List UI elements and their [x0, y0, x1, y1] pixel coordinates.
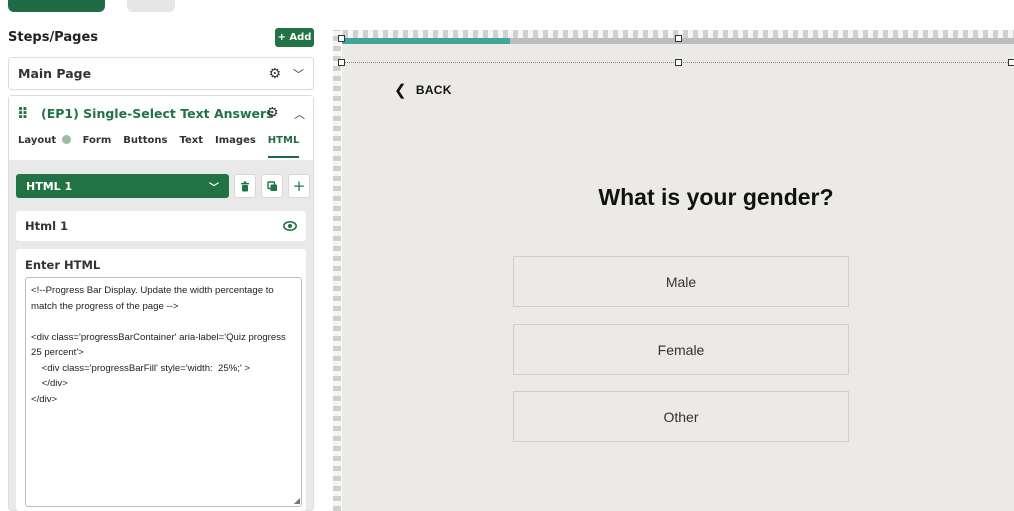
html-code-textarea[interactable]: <!--Progress Bar Display. Update the wid…: [25, 277, 302, 507]
enter-html-card: Enter HTML <!--Progress Bar Display. Upd…: [16, 249, 306, 511]
top-secondary-button[interactable]: [127, 0, 175, 12]
resize-handle-icon[interactable]: ◢: [294, 496, 300, 505]
selection-handle[interactable]: [338, 35, 345, 42]
steps-pages-title: Steps/Pages: [8, 30, 98, 45]
plus-icon[interactable]: +: [288, 174, 310, 198]
step-header: ⠿ (EP1) Single-Select Text Answers ⚙ ︿ L…: [9, 96, 313, 160]
top-primary-button[interactable]: [8, 0, 105, 12]
html-select-value: HTML 1: [26, 179, 73, 193]
eye-icon[interactable]: [283, 221, 297, 231]
drag-handle-icon[interactable]: ⠿: [17, 105, 29, 123]
back-label: BACK: [415, 83, 452, 97]
tab-form[interactable]: Form: [83, 134, 112, 158]
delete-button[interactable]: [234, 174, 256, 198]
gear-icon[interactable]: ⚙: [266, 105, 279, 121]
selection-handle[interactable]: [675, 35, 682, 42]
main-page-card[interactable]: Main Page ⚙ ﹀: [8, 57, 314, 90]
html-block-select[interactable]: HTML 1 ﹀: [16, 174, 229, 198]
html-block-row[interactable]: Html 1: [16, 211, 306, 241]
chevron-left-icon: ❮: [394, 82, 407, 99]
tab-images[interactable]: Images: [215, 134, 256, 158]
answer-option[interactable]: Male: [513, 256, 849, 307]
trash-icon: [241, 181, 249, 191]
step-title[interactable]: (EP1) Single-Select Text Answers: [41, 106, 274, 121]
chevron-up-icon[interactable]: ︿: [294, 106, 305, 122]
selection-handle[interactable]: [338, 59, 345, 66]
progress-bar-fill: [342, 38, 510, 44]
main-page-label: Main Page: [18, 66, 92, 81]
step-card-ep1: ⠿ (EP1) Single-Select Text Answers ⚙ ︿ L…: [8, 95, 314, 511]
question-title: What is your gender?: [598, 184, 834, 210]
selection-handle[interactable]: [1008, 59, 1014, 66]
chevron-down-icon[interactable]: ﹀: [293, 66, 304, 82]
tab-buttons[interactable]: Buttons: [123, 134, 167, 158]
tab-text[interactable]: Text: [180, 134, 204, 158]
step-tabs: Layout Form Buttons Text Images HTML: [9, 134, 313, 160]
preview-canvas: ❮ BACK What is your gender? Male Female …: [338, 35, 1014, 511]
add-step-button[interactable]: + Add: [275, 28, 314, 47]
gear-icon[interactable]: ⚙: [268, 66, 281, 82]
chevron-down-icon: ﹀: [209, 182, 219, 194]
tab-layout[interactable]: Layout: [18, 134, 71, 158]
back-button[interactable]: ❮ BACK: [394, 81, 452, 99]
editor-root: Steps/Pages + Add Main Page ⚙ ﹀ ⠿ (EP1) …: [0, 0, 1014, 511]
copy-icon: [266, 180, 277, 191]
selection-handle[interactable]: [675, 59, 682, 66]
steps-panel: Steps/Pages + Add Main Page ⚙ ﹀ ⠿ (EP1) …: [0, 0, 326, 511]
duplicate-button[interactable]: [261, 174, 283, 198]
html-block-name: Html 1: [25, 219, 69, 233]
tab-html[interactable]: HTML: [267, 134, 300, 158]
answer-option[interactable]: Other: [513, 391, 849, 442]
answer-option[interactable]: Female: [513, 324, 849, 375]
enter-html-label: Enter HTML: [25, 258, 101, 272]
info-icon: [61, 135, 71, 144]
